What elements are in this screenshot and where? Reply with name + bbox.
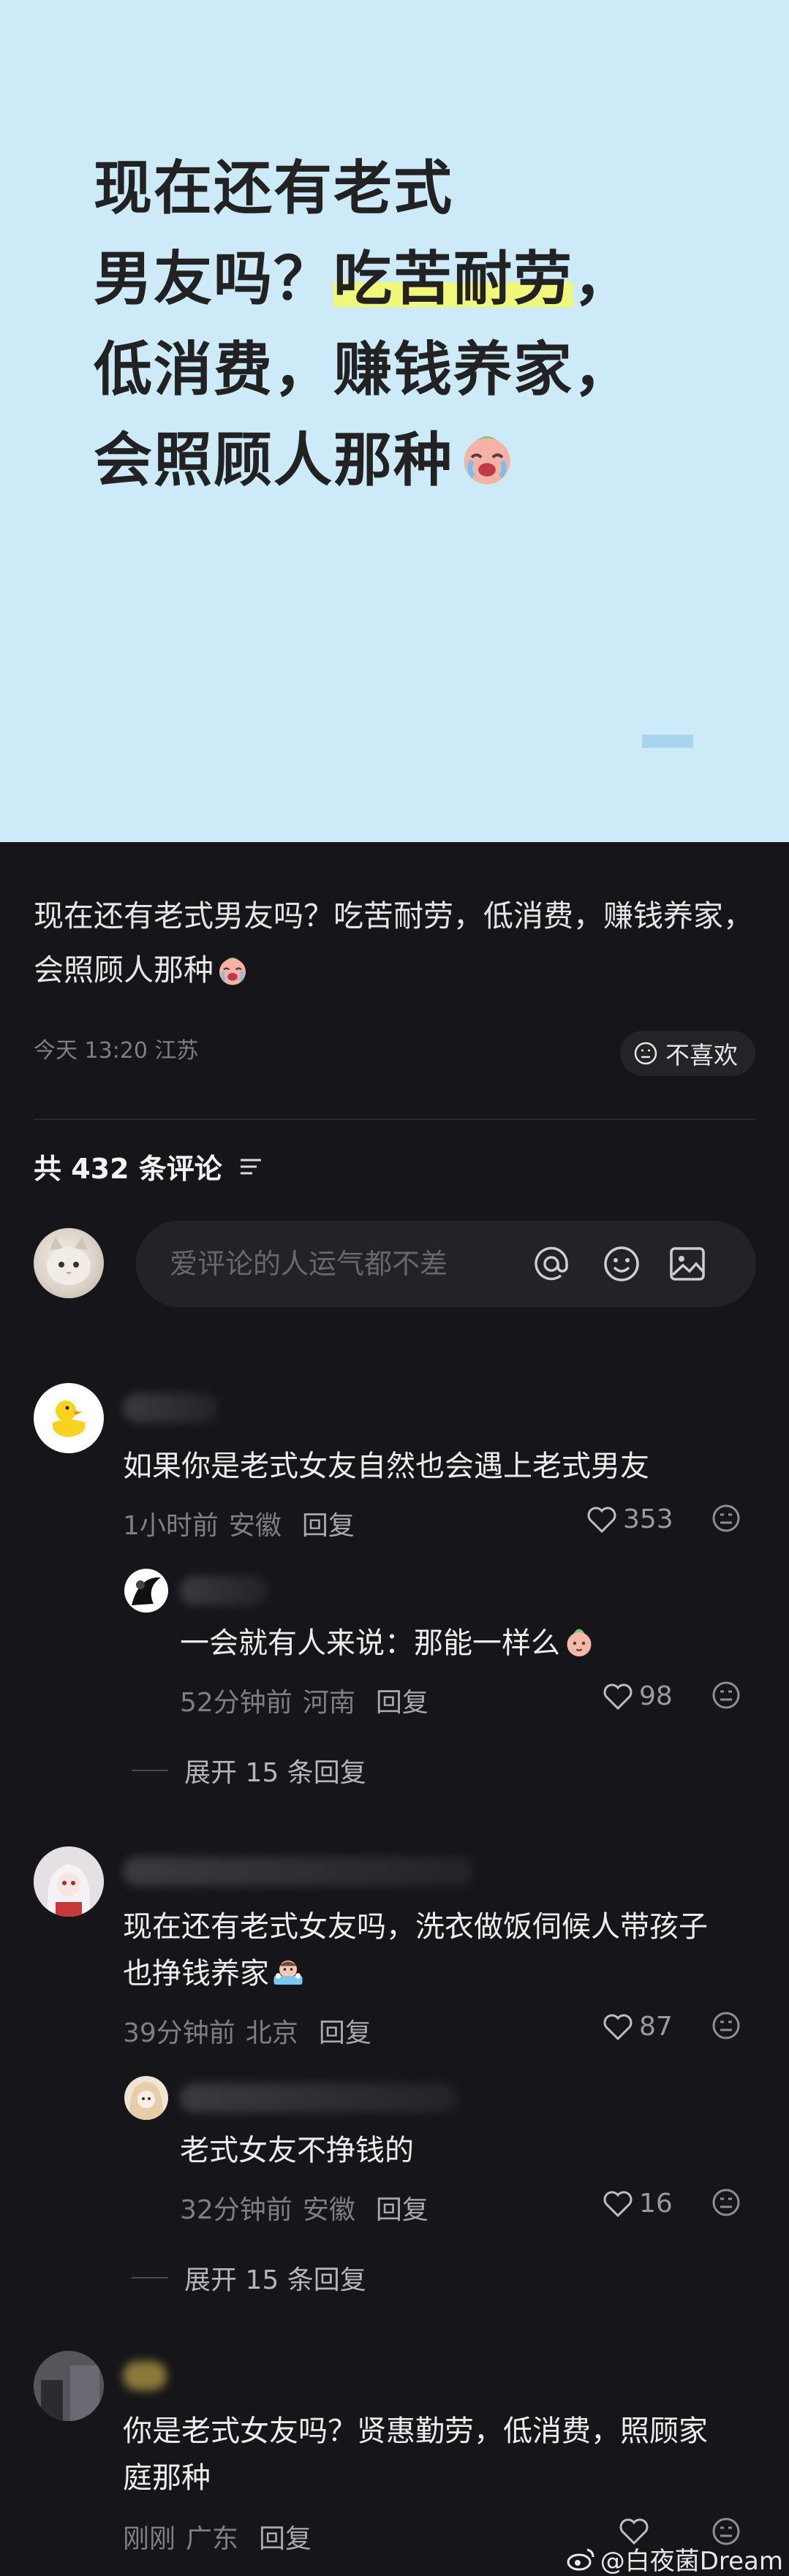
dislike-icon[interactable] <box>711 2187 741 2218</box>
comment-username-blurred <box>123 1393 218 1423</box>
reply-button[interactable]: 回复 <box>376 1681 429 1719</box>
reply-button[interactable]: 回复 <box>319 2012 371 2050</box>
girl-avatar-icon <box>129 2082 163 2120</box>
peach-face-icon <box>567 1629 592 1656</box>
reply-avatar[interactable] <box>124 2076 168 2120</box>
dislike-label: 不喜欢 <box>665 1041 738 1069</box>
photo-avatar-icon <box>34 2351 104 2421</box>
bathing-face-icon <box>273 1961 303 1985</box>
cover-decor-dash <box>642 735 693 748</box>
sort-lines-icon[interactable] <box>238 1156 263 1178</box>
heart-icon <box>603 2014 633 2040</box>
emoji-icon[interactable] <box>600 1242 643 1286</box>
reply-meta: 52分钟前 河南 回复 <box>180 1681 429 1719</box>
post-meta: 今天 13:20 江苏 <box>34 1038 199 1064</box>
reply-text: 一会就有人来说：那能一样么 <box>180 1620 597 1667</box>
comment-input-box[interactable] <box>136 1221 756 1307</box>
unhappy-face-icon <box>634 1042 657 1065</box>
comment-input[interactable] <box>170 1248 521 1280</box>
reply-username-blurred <box>180 1576 268 1605</box>
expand-replies-button[interactable]: 展开 15 条回复 <box>132 2259 366 2297</box>
at-icon[interactable] <box>529 1242 573 1286</box>
cover-line-2: 男友吗？吃苦耐劳， <box>94 245 633 313</box>
reply-text: 老式女友不挣钱的 <box>180 2134 414 2167</box>
comment-meta: 刚刚 广东 回复 <box>123 2518 312 2556</box>
reply-button[interactable]: 回复 <box>302 1504 355 1542</box>
dislike-button[interactable]: 不喜欢 <box>620 1031 755 1076</box>
divider <box>34 1118 755 1120</box>
comment-meta: 1小时前 安徽 回复 <box>123 1504 355 1542</box>
weibo-logo-icon <box>567 2548 594 2570</box>
dislike-icon[interactable] <box>711 1503 741 1534</box>
like-count: 87 <box>639 2012 673 2042</box>
like-button[interactable]: 353 <box>586 1504 673 1534</box>
heart-icon <box>603 2191 633 2217</box>
crying-face-icon <box>219 958 246 985</box>
like-button[interactable]: 16 <box>603 2189 673 2219</box>
expand-replies-button[interactable]: 展开 15 条回复 <box>132 1751 366 1789</box>
duck-avatar-icon <box>52 1401 86 1437</box>
comment-username-blurred <box>123 2361 167 2390</box>
cat-avatar-icon <box>47 1237 91 1285</box>
reply-username-blurred <box>180 2083 458 2113</box>
like-button[interactable]: 87 <box>603 2012 673 2042</box>
reply-avatar[interactable] <box>124 1569 168 1613</box>
comment-username-blurred <box>123 1857 474 1886</box>
my-avatar[interactable] <box>34 1228 104 1298</box>
comments-header: 共 432 条评论 <box>34 1146 263 1186</box>
anime-avatar-icon <box>34 1846 104 1917</box>
weibo-watermark: @白夜菌Dream <box>567 2541 783 2576</box>
expand-line <box>132 1770 168 1771</box>
cover-title: 现在还有老式 男友吗？吃苦耐劳， 低消费，赚钱养家， 会照顾人那种 <box>94 143 722 506</box>
comment-avatar[interactable] <box>34 1846 104 1917</box>
cover-line-1: 现在还有老式 <box>94 154 453 222</box>
expand-line <box>132 2277 168 2278</box>
like-count: 98 <box>639 1681 673 1711</box>
heart-icon <box>603 1683 633 1710</box>
reply-meta: 32分钟前 安徽 回复 <box>180 2189 429 2227</box>
comment-count: 共 432 条评论 <box>34 1153 222 1185</box>
post-text: 现在还有老式男友吗？吃苦耐劳，低消费，赚钱养家，会照顾人那种 <box>34 898 753 988</box>
comment-text: 如果你是老式女友自然也会遇上老式男友 <box>123 1450 649 1483</box>
comment-text: 你是老式女友吗？贤惠勤劳，低消费，照顾家 庭那种 <box>123 2414 708 2495</box>
comment-meta: 39分钟前 北京 回复 <box>123 2012 371 2050</box>
comment-avatar[interactable] <box>34 1383 104 1453</box>
image-icon[interactable] <box>665 1242 709 1286</box>
crying-face-icon <box>464 436 510 485</box>
comment-avatar[interactable] <box>34 2351 104 2421</box>
comment-text: 现在还有老式女友吗，洗衣做饭伺候人带孩子 也挣钱养家 <box>123 1910 708 1990</box>
cover-line-3: 低消费，赚钱养家， <box>94 336 633 404</box>
like-count: 16 <box>639 2189 673 2219</box>
dislike-icon[interactable] <box>711 2010 741 2041</box>
post-cover-image[interactable]: 现在还有老式 男友吗？吃苦耐劳， 低消费，赚钱养家， 会照顾人那种 <box>0 0 789 842</box>
like-count: 353 <box>623 1504 673 1534</box>
like-button[interactable]: 98 <box>603 1681 673 1711</box>
reply-button[interactable]: 回复 <box>376 2189 429 2227</box>
dislike-icon[interactable] <box>711 1680 741 1711</box>
cover-line-4: 会照顾人那种 <box>94 415 722 506</box>
cover-highlight: 吃苦耐劳 <box>333 245 573 313</box>
heart-icon <box>587 1507 616 1533</box>
ink-avatar-icon <box>132 1577 161 1605</box>
reply-button[interactable]: 回复 <box>259 2518 312 2556</box>
